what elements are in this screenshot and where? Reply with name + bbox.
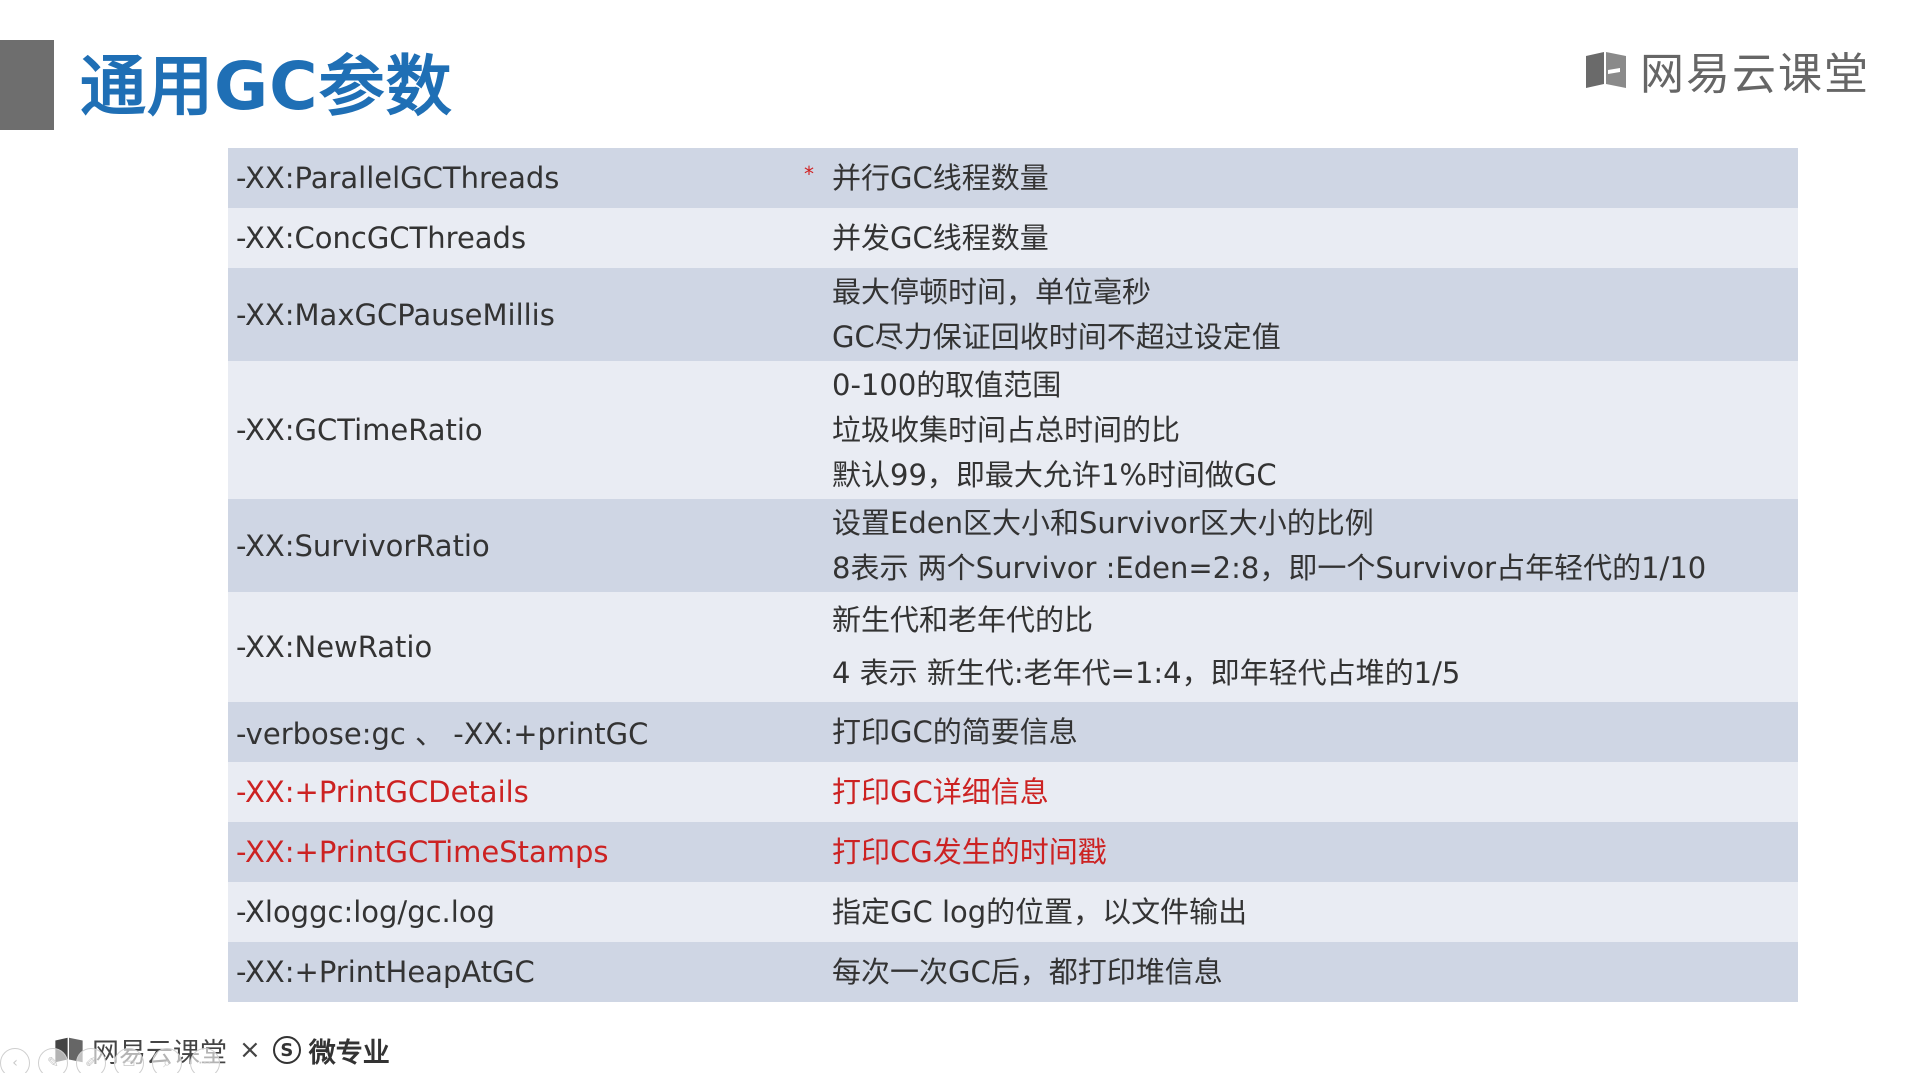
footer-times: ×: [239, 1035, 261, 1065]
param-name: -XX:SurvivorRatio: [236, 528, 490, 563]
description-line: 打印GC详细信息: [832, 774, 1049, 809]
brand-logo: 网易云课堂: [1584, 40, 1870, 100]
description-line: 并发GC线程数量: [832, 220, 1049, 255]
book-icon: [1584, 50, 1628, 90]
description-line: 默认99，即最大允许1%时间做GC: [832, 457, 1277, 492]
table-row: -verbose:gc 、 -XX:+printGC 打印GC的简要信息: [228, 702, 1798, 762]
description-line: GC尽力保证回收时间不超过设定值: [832, 319, 1281, 354]
description-line: 设置Eden区大小和Survivor区大小的比例: [832, 505, 1374, 540]
param-description: 并行GC线程数量: [818, 148, 1798, 208]
table-row: -Xloggc:log/gc.log 指定GC log的位置，以文件输出: [228, 882, 1798, 942]
prev-icon[interactable]: ‹: [0, 1048, 30, 1073]
description-line: 4 表示 新生代:老年代=1:4，即年轻代占堆的1/5: [832, 656, 1461, 690]
param-description: 打印GC的简要信息: [818, 702, 1798, 762]
param-name-text: -XX:ParallelGCThreads: [236, 161, 560, 195]
gc-params-table: -XX:ParallelGCThreads * 并行GC线程数量 -XX:ConcGC…: [228, 148, 1798, 1002]
param-description: 打印CG发生的时间戳: [818, 822, 1798, 882]
table-row: -XX:+PrintGCTimeStamps 打印CG发生的时间戳: [228, 822, 1798, 882]
param-description: 0-100的取值范围垃圾收集时间占总时间的比默认99，即最大允许1%时间做GC: [818, 361, 1798, 499]
edit-icon[interactable]: ✐: [76, 1048, 106, 1073]
param-name: -XX:MaxGCPauseMillis: [236, 297, 555, 332]
player-controls: ‹ ✎ ✐ ▭ ⌕ ⋯: [0, 1048, 220, 1073]
description-line: 打印GC的简要信息: [832, 714, 1078, 749]
table-row: -XX:ParallelGCThreads * 并行GC线程数量: [228, 148, 1798, 208]
page-title: 通用GC参数: [80, 48, 453, 125]
param-description: 指定GC log的位置，以文件输出: [818, 882, 1798, 942]
table-row: -XX:ConcGCThreads 并发GC线程数量: [228, 208, 1798, 268]
param-description: 并发GC线程数量: [818, 208, 1798, 268]
table-row: -XX:+PrintGCDetails 打印GC详细信息: [228, 762, 1798, 822]
more-icon[interactable]: ⋯: [190, 1048, 220, 1073]
title-accent-bar: [0, 40, 54, 130]
param-description: 设置Eden区大小和Survivor区大小的比例 8表示 两个Survivor :…: [818, 499, 1798, 592]
param-name: -XX:ConcGCThreads: [236, 221, 527, 255]
brand-name: 网易云课堂: [1640, 49, 1870, 100]
description-line: 新生代和老年代的比: [832, 603, 1094, 637]
description-line: 垃圾收集时间占总时间的比: [832, 412, 1181, 447]
param-name: -Xloggc:log/gc.log: [236, 895, 495, 929]
table-row: -XX:MaxGCPauseMillis 最大停顿时间，单位毫秒 GC尽力保证回收时…: [228, 268, 1798, 361]
table-row: -XX:GCTimeRatio 0-100的取值范围垃圾收集时间占总时间的比默认9…: [228, 361, 1798, 499]
description-line: 0-100的取值范围: [832, 367, 1062, 402]
param-name: -verbose:gc 、 -XX:+printGC: [236, 717, 649, 751]
description-line: 每次一次GC后，都打印堆信息: [832, 954, 1223, 989]
param-name: -XX:NewRatio: [236, 630, 433, 664]
param-description: 新生代和老年代的比 4 表示 新生代:老年代=1:4，即年轻代占堆的1/5: [818, 592, 1798, 702]
partner-logo-icon: S: [272, 1036, 301, 1064]
zoom-icon[interactable]: ⌕: [152, 1048, 182, 1073]
slide: 通用GC参数 网易云课堂 -XX:ParallelGCThreads * 并行GC线…: [0, 0, 1905, 1073]
pen-icon[interactable]: ✎: [38, 1048, 68, 1073]
table-row: -XX:+PrintHeapAtGC 每次一次GC后，都打印堆信息: [228, 942, 1798, 1002]
param-description: 打印GC详细信息: [818, 762, 1798, 822]
table-row: -XX:SurvivorRatio 设置Eden区大小和Survivor区大小的比…: [228, 499, 1798, 592]
description-line: 指定GC log的位置，以文件输出: [832, 894, 1248, 929]
param-name: -XX:+PrintHeapAtGC: [236, 955, 535, 989]
description-line: 并行GC线程数量: [832, 160, 1049, 195]
description-line: 打印CG发生的时间戳: [832, 834, 1107, 869]
description-line: 最大停顿时间，单位毫秒: [832, 274, 1152, 309]
marker-asterisk: *: [804, 162, 814, 186]
param-name: -XX:+PrintGCDetails: [236, 775, 529, 809]
param-description: 最大停顿时间，单位毫秒 GC尽力保证回收时间不超过设定值: [818, 268, 1798, 361]
slides-icon[interactable]: ▭: [114, 1048, 144, 1073]
param-name: -XX:GCTimeRatio: [236, 413, 483, 447]
param-name: -XX:+PrintGCTimeStamps: [236, 835, 609, 869]
description-line: 8表示 两个Survivor :Eden=2:8，即一个Survivor占年轻代…: [832, 550, 1707, 585]
param-description: 每次一次GC后，都打印堆信息: [818, 942, 1798, 1002]
param-name: -XX:ParallelGCThreads *: [228, 148, 818, 208]
footer-partner-name: 微专业: [308, 1037, 390, 1069]
table-row: -XX:NewRatio 新生代和老年代的比 4 表示 新生代:老年代=1:4，即年…: [228, 592, 1798, 702]
